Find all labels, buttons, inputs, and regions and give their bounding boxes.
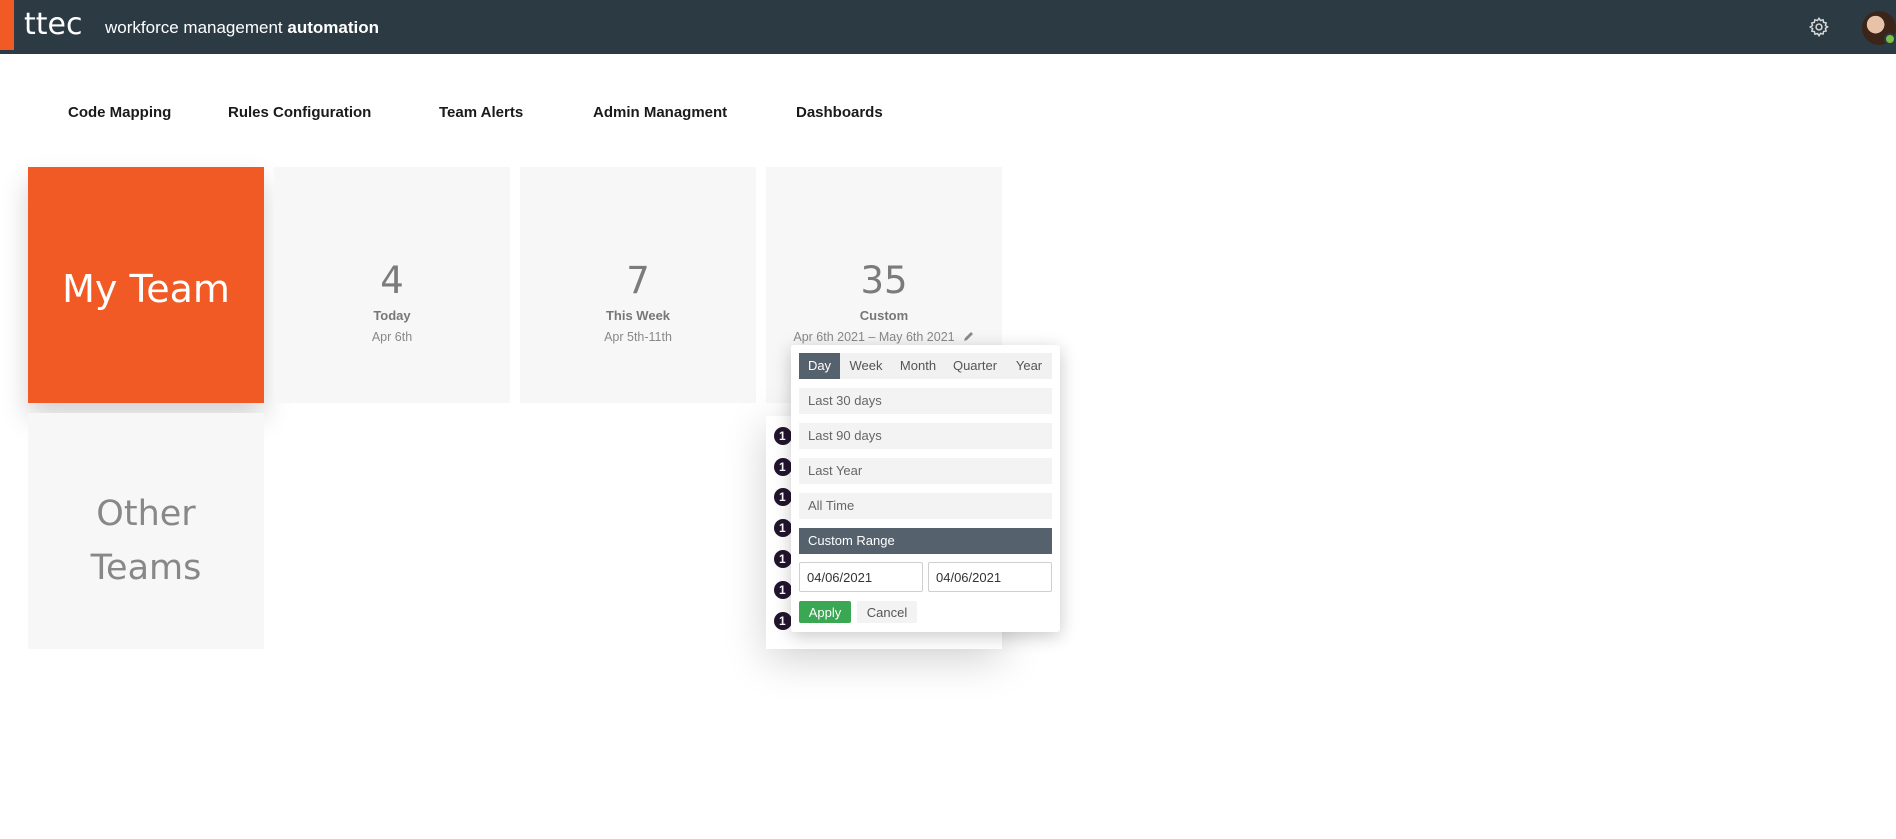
- start-date-input[interactable]: [799, 562, 923, 592]
- list-item-badge[interactable]: 1: [774, 519, 792, 537]
- apply-button[interactable]: Apply: [799, 601, 851, 623]
- online-status-dot: [1884, 33, 1896, 45]
- this-week-tile[interactable]: 7 This Week Apr 5th-11th: [520, 167, 756, 403]
- app-title-regular: workforce management: [105, 18, 288, 37]
- tab-year[interactable]: Year: [1006, 353, 1052, 379]
- tab-week[interactable]: Week: [840, 353, 892, 379]
- list-item-badge[interactable]: 1: [774, 488, 792, 506]
- app-title: workforce management automation: [105, 18, 379, 38]
- range-option-last-90-days[interactable]: Last 90 days: [799, 423, 1052, 449]
- ttec-logo[interactable]: ttec: [24, 7, 94, 43]
- list-item-badge[interactable]: 1: [774, 458, 792, 476]
- list-item-badge[interactable]: 1: [774, 427, 792, 445]
- today-date: Apr 6th: [371, 330, 413, 344]
- list-item-badge[interactable]: 1: [774, 550, 792, 568]
- other-teams-label: Other Teams: [90, 494, 202, 588]
- this-week-label: This Week: [605, 308, 671, 323]
- logo-text: ttec: [24, 7, 82, 42]
- range-option-all-time[interactable]: All Time: [799, 493, 1052, 519]
- my-team-label: My Team: [62, 267, 230, 311]
- nav-team-alerts[interactable]: Team Alerts: [439, 104, 523, 121]
- app-title-bold: automation: [287, 18, 379, 37]
- other-teams-tile[interactable]: Other Teams: [28, 413, 264, 649]
- range-option-last-year[interactable]: Last Year: [799, 458, 1052, 484]
- today-tile[interactable]: 4 Today Apr 6th: [274, 167, 510, 403]
- nav-code-mapping[interactable]: Code Mapping: [68, 104, 171, 121]
- top-bar: ttec workforce management automation: [0, 0, 1896, 54]
- custom-date: Apr 6th 2021 – May 6th 2021: [793, 330, 955, 344]
- list-item-badge[interactable]: 1: [774, 612, 792, 630]
- tab-day[interactable]: Day: [799, 353, 840, 379]
- this-week-count: 7: [626, 259, 650, 302]
- tab-quarter[interactable]: Quarter: [944, 353, 1006, 379]
- today-count: 4: [380, 259, 404, 302]
- nav-rules-configuration[interactable]: Rules Configuration: [228, 104, 371, 121]
- range-option-last-30-days[interactable]: Last 30 days: [799, 388, 1052, 414]
- this-week-date: Apr 5th-11th: [604, 330, 672, 344]
- tab-month[interactable]: Month: [892, 353, 944, 379]
- custom-date-row: Apr 6th 2021 – May 6th 2021: [766, 330, 1002, 344]
- date-range-picker: Day Week Month Quarter Year Last 30 days…: [791, 345, 1060, 632]
- main-nav: Code Mapping Rules Configuration Team Al…: [0, 104, 1000, 126]
- today-label: Today: [373, 308, 411, 323]
- granularity-tabs: Day Week Month Quarter Year: [799, 353, 1052, 379]
- my-team-tile[interactable]: My Team: [28, 167, 264, 403]
- cancel-button[interactable]: Cancel: [857, 601, 917, 623]
- end-date-input[interactable]: [928, 562, 1052, 592]
- brand-accent-strip: [0, 0, 14, 50]
- nav-admin-management[interactable]: Admin Managment: [593, 104, 727, 121]
- range-option-custom-range[interactable]: Custom Range: [799, 528, 1052, 554]
- list-item-badge[interactable]: 1: [774, 581, 792, 599]
- nav-dashboards[interactable]: Dashboards: [796, 104, 883, 121]
- custom-count: 35: [860, 259, 908, 302]
- pencil-icon[interactable]: [963, 330, 975, 342]
- custom-label: Custom: [859, 308, 909, 323]
- gear-icon[interactable]: [1808, 16, 1830, 38]
